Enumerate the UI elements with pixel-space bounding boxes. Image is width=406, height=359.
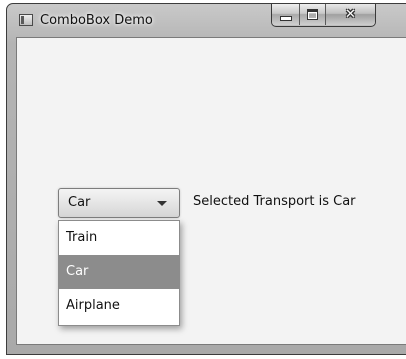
- dropdown-item-train[interactable]: Train: [59, 221, 179, 255]
- minimize-icon: [279, 15, 292, 21]
- maximize-icon: [307, 9, 318, 20]
- combobox-value: Car: [68, 195, 91, 210]
- close-button[interactable]: ✕: [325, 4, 375, 25]
- combobox-dropdown-list: Train Car Airplane: [58, 220, 180, 326]
- title-bar[interactable]: ComboBox Demo ✕: [7, 4, 406, 37]
- selected-transport-label: Selected Transport is Car: [193, 194, 356, 209]
- maximize-button[interactable]: [299, 4, 325, 25]
- dropdown-item-car[interactable]: Car: [59, 255, 179, 289]
- window-title: ComboBox Demo: [40, 13, 153, 28]
- client-area: Car Selected Transport is Car Train Car …: [16, 37, 406, 345]
- transport-combobox[interactable]: Car: [58, 188, 180, 218]
- window-icon[interactable]: [19, 14, 33, 26]
- close-icon: ✕: [345, 7, 356, 22]
- app-window: ComboBox Demo ✕ Car Selected Transport i…: [6, 3, 406, 355]
- minimize-button[interactable]: [272, 4, 299, 25]
- caption-buttons: ✕: [271, 4, 376, 27]
- chevron-down-icon[interactable]: [157, 201, 167, 206]
- dropdown-item-airplane[interactable]: Airplane: [59, 289, 179, 323]
